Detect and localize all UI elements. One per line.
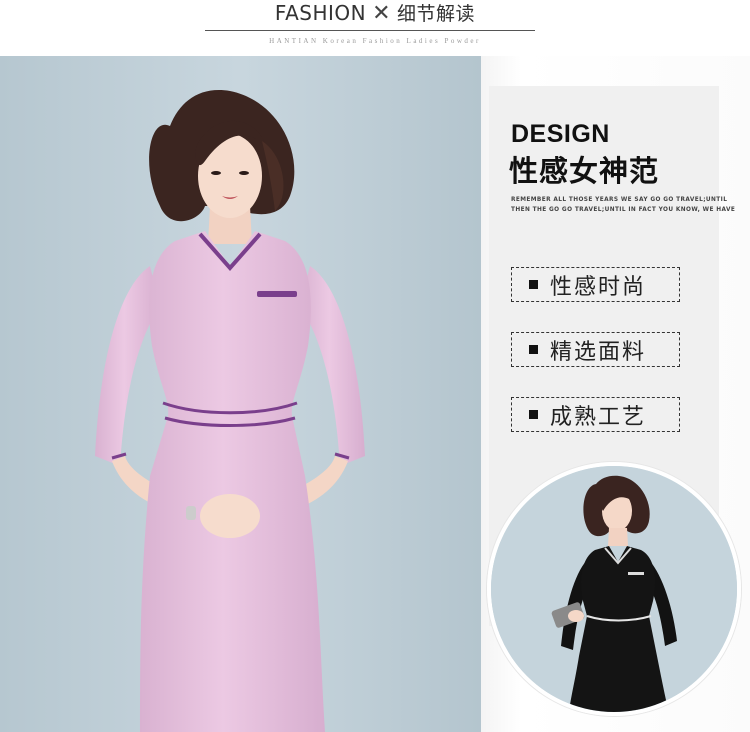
feature-label: 性感时尚 — [550, 274, 647, 300]
cross-icon: ✕ — [372, 1, 392, 26]
design-small-text-2: THEN THE GO GO TRAVEL;UNTIL IN FACT YOU … — [511, 207, 736, 213]
model-pink-dress-illustration — [0, 56, 481, 732]
square-bullet-icon — [529, 345, 538, 354]
header-tagline: HANTIAN Korean Fashion Ladies Powder — [269, 37, 481, 45]
feature-badge-3: 成熟工艺 — [511, 397, 680, 432]
header-title: FASHION ✕ 细节解读 — [0, 0, 750, 26]
feature-badge-1: 性感时尚 — [511, 267, 680, 302]
feature-label: 精选面料 — [550, 339, 647, 365]
title-sub: 细节解读 — [397, 3, 476, 25]
square-bullet-icon — [529, 410, 538, 419]
square-bullet-icon — [529, 280, 538, 289]
main-product-photo — [0, 56, 481, 732]
inset-black-dress-photo — [487, 462, 741, 716]
design-title: DESIGN — [511, 120, 610, 148]
feature-badge-2: 精选面料 — [511, 332, 680, 367]
title-main: FASHION — [274, 1, 367, 25]
feature-label: 成熟工艺 — [550, 404, 647, 430]
design-small-text-1: REMEMBER ALL THOSE YEARS WE SAY GO GO TR… — [511, 197, 728, 203]
model-black-dress-illustration — [491, 466, 737, 712]
header: FASHION ✕ 细节解读 HANTIAN Korean Fashion Ladi… — [0, 0, 750, 56]
design-subtitle: 性感女神范 — [509, 154, 660, 188]
header-divider — [205, 30, 535, 31]
